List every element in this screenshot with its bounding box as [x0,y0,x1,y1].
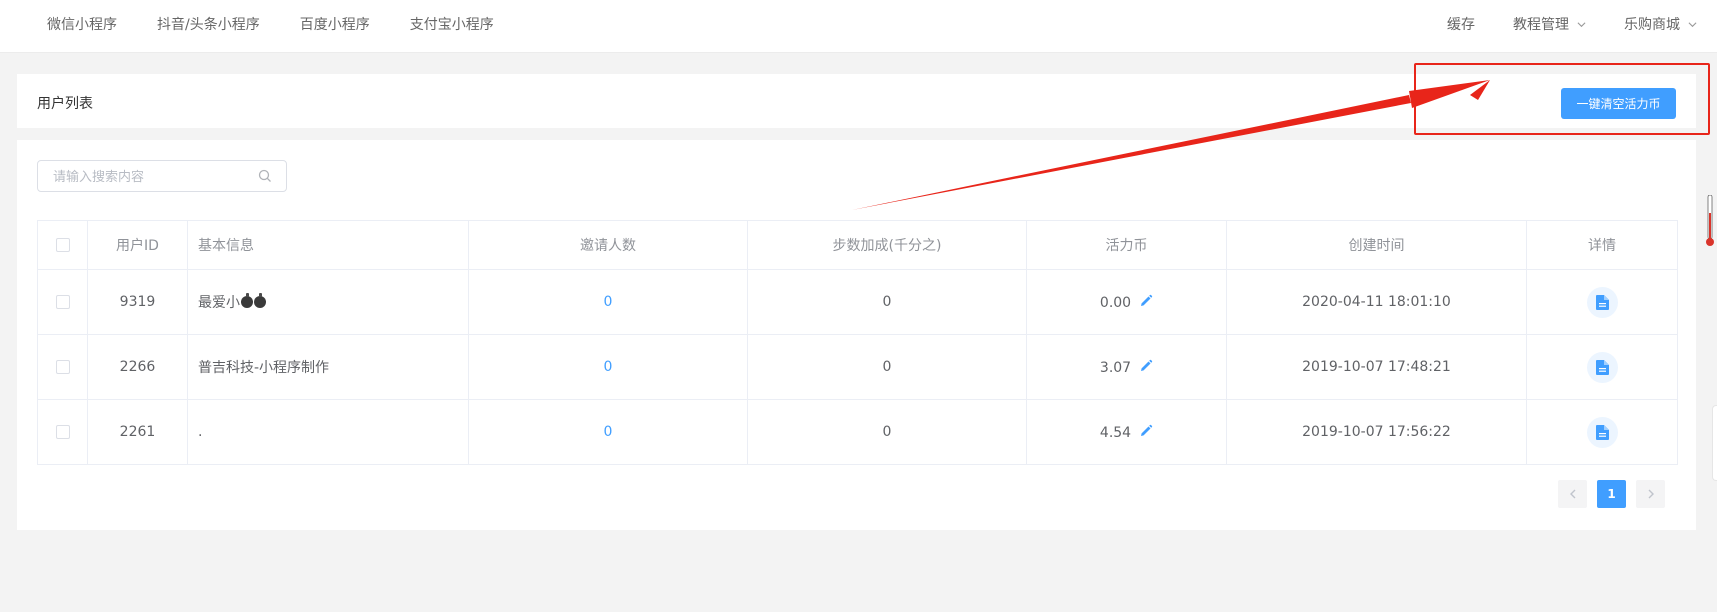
annotation-arrow [852,80,1490,210]
thermometer-icon [1706,195,1714,246]
side-scroll-tab[interactable] [1712,405,1717,481]
